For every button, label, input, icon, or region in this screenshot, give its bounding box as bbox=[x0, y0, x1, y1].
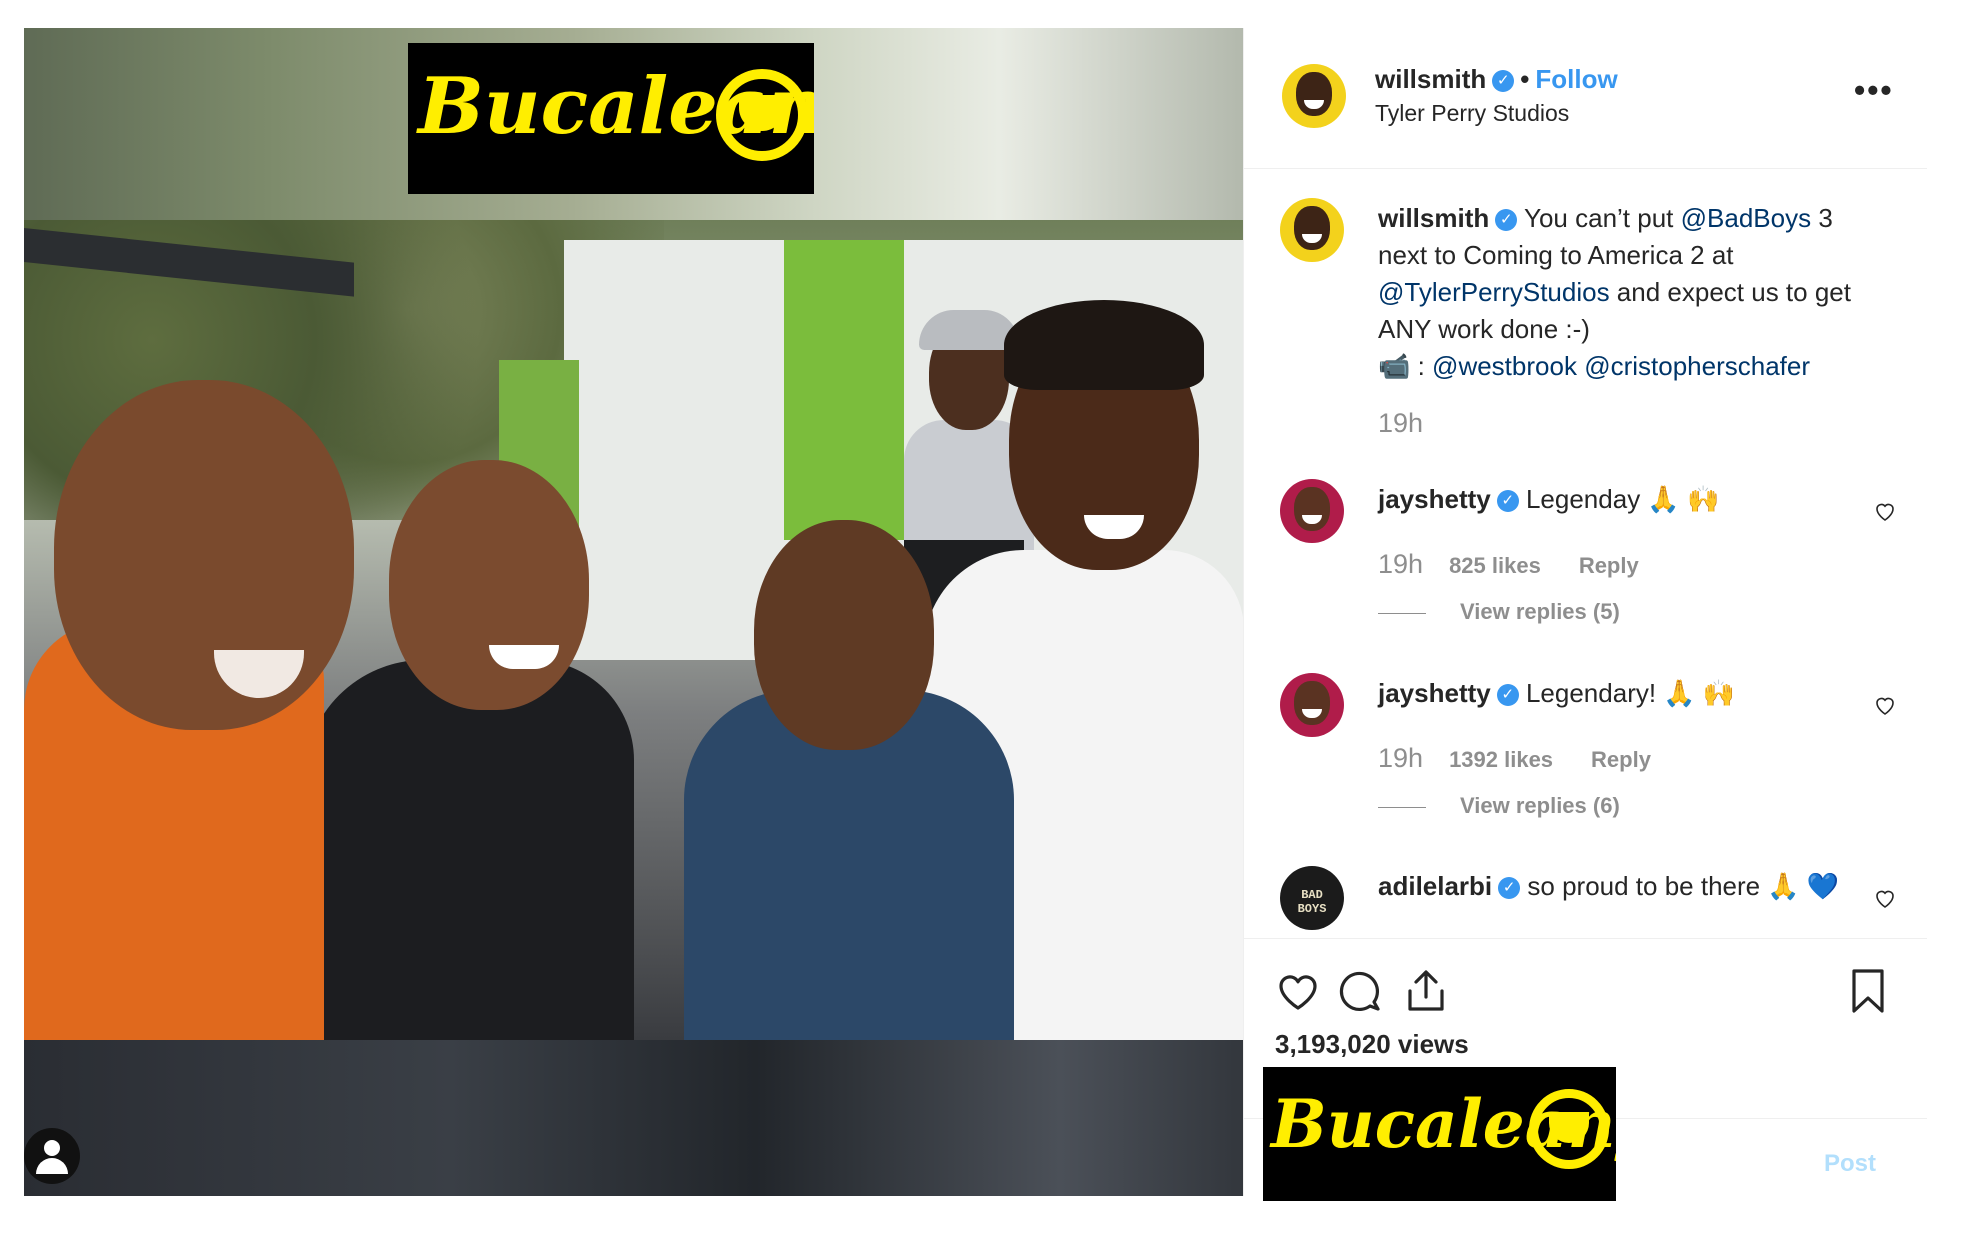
comment-body: Legendary! 🙏 🙌 bbox=[1525, 678, 1736, 708]
more-options-icon[interactable]: ••• bbox=[1854, 72, 1894, 109]
caption-part: You can’t put bbox=[1524, 203, 1681, 233]
camera-emoji: 📹 bbox=[1378, 351, 1411, 381]
comment-avatar[interactable] bbox=[1280, 479, 1344, 543]
caption-part: : bbox=[1410, 351, 1433, 381]
bookmark-icon[interactable] bbox=[1844, 967, 1892, 1015]
post-header: willsmith ✓ • Follow Tyler Perry Studios ••… bbox=[1244, 28, 1927, 169]
comment-icon[interactable] bbox=[1336, 967, 1384, 1015]
comment-likes[interactable]: 1392 likes bbox=[1449, 747, 1553, 772]
reply-button[interactable]: Reply bbox=[1591, 747, 1651, 772]
avatar-logo-text: BAD BOYS bbox=[1297, 888, 1327, 916]
comment-username[interactable]: jayshetty bbox=[1378, 484, 1491, 514]
mention-link[interactable]: @westbrook bbox=[1432, 351, 1577, 381]
comment-body: Legenday 🙏 🙌 bbox=[1525, 484, 1720, 514]
comment-time[interactable]: 19h bbox=[1378, 549, 1423, 579]
heart-small-icon[interactable] bbox=[1873, 886, 1897, 910]
caption-username[interactable]: willsmith bbox=[1378, 203, 1489, 233]
header-username[interactable]: willsmith bbox=[1375, 64, 1486, 94]
view-replies-label: View replies (5) bbox=[1460, 599, 1620, 624]
heart-icon[interactable] bbox=[1274, 967, 1322, 1015]
verified-icon: ✓ bbox=[1496, 490, 1519, 513]
caption-meta: 19h bbox=[1378, 408, 1449, 439]
post-sidebar: willsmith ✓ • Follow Tyler Perry Studios ••… bbox=[1243, 28, 1927, 1196]
caption-time[interactable]: 19h bbox=[1378, 408, 1423, 438]
heart-small-icon[interactable] bbox=[1873, 499, 1897, 523]
caption-text: willsmith ✓ You can’t put @BadBoys 3 next… bbox=[1378, 200, 1888, 385]
caption-avatar[interactable] bbox=[1280, 198, 1344, 262]
profile-avatar[interactable] bbox=[1282, 64, 1346, 128]
header-user-line: willsmith ✓ • Follow bbox=[1375, 64, 1618, 95]
comment-avatar[interactable]: BAD BOYS bbox=[1280, 866, 1344, 930]
comment-text: jayshetty ✓ Legenday 🙏 🙌 bbox=[1378, 481, 1888, 518]
comment-meta: 19h 1392 likes Reply bbox=[1378, 743, 1689, 774]
comment-username[interactable]: jayshetty bbox=[1378, 678, 1491, 708]
comment-likes[interactable]: 825 likes bbox=[1449, 553, 1541, 578]
comment-avatar[interactable] bbox=[1280, 673, 1344, 737]
smiley-icon bbox=[716, 69, 808, 161]
mention-link[interactable]: @BadBoys bbox=[1681, 203, 1811, 233]
view-count[interactable]: 3,193,020 views bbox=[1275, 1029, 1469, 1060]
location-link[interactable]: Tyler Perry Studios bbox=[1375, 100, 1569, 127]
reply-button[interactable]: Reply bbox=[1579, 553, 1639, 578]
user-tag-icon[interactable] bbox=[24, 1128, 80, 1184]
verified-icon: ✓ bbox=[1492, 70, 1515, 93]
follow-button[interactable]: Follow bbox=[1535, 64, 1617, 94]
post-photo bbox=[24, 220, 1243, 1040]
comment-text: adilelarbi ✓ so proud to be there 🙏 💙 bbox=[1378, 868, 1888, 905]
comment-text: jayshetty ✓ Legendary! 🙏 🙌 bbox=[1378, 675, 1888, 712]
view-replies-label: View replies (6) bbox=[1460, 793, 1620, 818]
media-bottom-blur bbox=[24, 1040, 1243, 1196]
mention-link[interactable]: @cristopherschafer bbox=[1584, 351, 1810, 381]
verified-icon: ✓ bbox=[1495, 209, 1518, 232]
verified-icon: ✓ bbox=[1496, 684, 1519, 707]
comments-list[interactable]: willsmith ✓ You can’t put @BadBoys 3 next… bbox=[1244, 169, 1927, 939]
smiley-icon bbox=[1529, 1089, 1609, 1169]
comment-time[interactable]: 19h bbox=[1378, 743, 1423, 773]
view-replies-button[interactable]: View replies (5) bbox=[1378, 599, 1620, 625]
separator-dot: • bbox=[1520, 64, 1530, 94]
comment-body: so proud to be there 🙏 💙 bbox=[1527, 871, 1840, 901]
replies-divider bbox=[1378, 806, 1426, 808]
mention-link[interactable]: @TylerPerryStudios bbox=[1378, 277, 1610, 307]
heart-small-icon[interactable] bbox=[1873, 693, 1897, 717]
post-button[interactable]: Post bbox=[1824, 1150, 1876, 1178]
view-replies-button[interactable]: View replies (6) bbox=[1378, 793, 1620, 819]
replies-divider bbox=[1378, 612, 1426, 614]
comment-username[interactable]: adilelarbi bbox=[1378, 871, 1492, 901]
comment-meta: 19h 825 likes Reply bbox=[1378, 549, 1677, 580]
watermark-logo-top: Bucaleany bbox=[408, 43, 814, 194]
watermark-logo-bottom: Bucaleany bbox=[1263, 1067, 1616, 1201]
action-bar bbox=[1244, 938, 1927, 1029]
photo-trailer-green bbox=[784, 240, 904, 540]
verified-icon: ✓ bbox=[1498, 877, 1521, 900]
share-icon[interactable] bbox=[1402, 967, 1450, 1015]
post-media[interactable] bbox=[24, 28, 1243, 1196]
